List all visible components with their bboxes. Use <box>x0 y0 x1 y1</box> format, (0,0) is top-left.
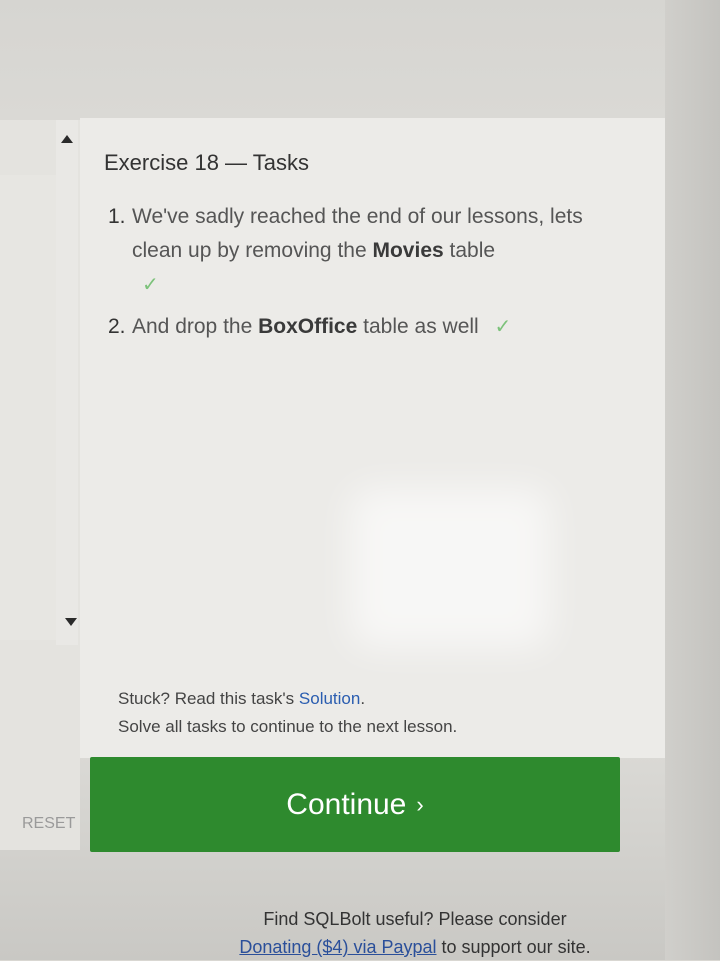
task-item: 1. We've sadly reached the end of our le… <box>108 200 608 302</box>
task-text-after: table as well <box>363 315 479 338</box>
task-text: And drop the BoxOffice table as well ✓ <box>132 310 592 344</box>
scrollbar[interactable] <box>56 120 78 645</box>
stuck-line: Stuck? Read this task's Solution. <box>118 685 457 713</box>
footer-line1: Find SQLBolt useful? Please consider <box>263 909 567 929</box>
continue-label: Continue <box>286 787 407 821</box>
stuck-suffix: . <box>360 689 366 708</box>
exercise-title: Exercise 18 — Tasks <box>104 150 310 175</box>
footer: Find SQLBolt useful? Please consider Don… <box>200 905 630 961</box>
screen-edge <box>665 0 720 960</box>
screen-glare <box>350 488 550 648</box>
stuck-prefix: Stuck? Read this task's <box>118 689 295 708</box>
task-table-name: Movies <box>372 239 444 262</box>
task-text-before: We've sadly reached the end of our lesso… <box>132 205 583 262</box>
task-table-name: BoxOffice <box>258 315 358 338</box>
solve-all-text: Solve all tasks to continue to the next … <box>118 717 458 736</box>
chevron-right-icon: › <box>416 791 424 817</box>
task-number: 2. <box>108 315 126 338</box>
reset-button[interactable]: RESET <box>22 815 75 833</box>
task-text: We've sadly reached the end of our lesso… <box>132 200 592 302</box>
footer-line2-suffix: to support our site. <box>441 937 591 957</box>
continue-button[interactable]: Continue › <box>90 757 620 852</box>
triangle-down-icon[interactable] <box>65 618 77 626</box>
task-text-before: And drop the <box>132 315 253 338</box>
donate-link[interactable]: Donating ($4) via Paypal <box>239 937 436 957</box>
task-text-after: table <box>449 239 496 262</box>
help-text: Stuck? Read this task's Solution. Solve … <box>118 685 457 741</box>
solution-link[interactable]: Solution <box>299 689 360 708</box>
checkmark-icon: ✓ <box>142 274 159 296</box>
checkmark-icon: ✓ <box>494 316 512 338</box>
triangle-up-icon[interactable] <box>61 135 73 143</box>
task-number: 1. <box>108 205 126 228</box>
task-list: 1. We've sadly reached the end of our le… <box>108 200 608 344</box>
task-item: 2. And drop the BoxOffice table as well … <box>108 310 608 344</box>
editor-pane-strip <box>0 175 58 640</box>
footer-line2: Donating ($4) via Paypal to support our … <box>200 933 630 961</box>
